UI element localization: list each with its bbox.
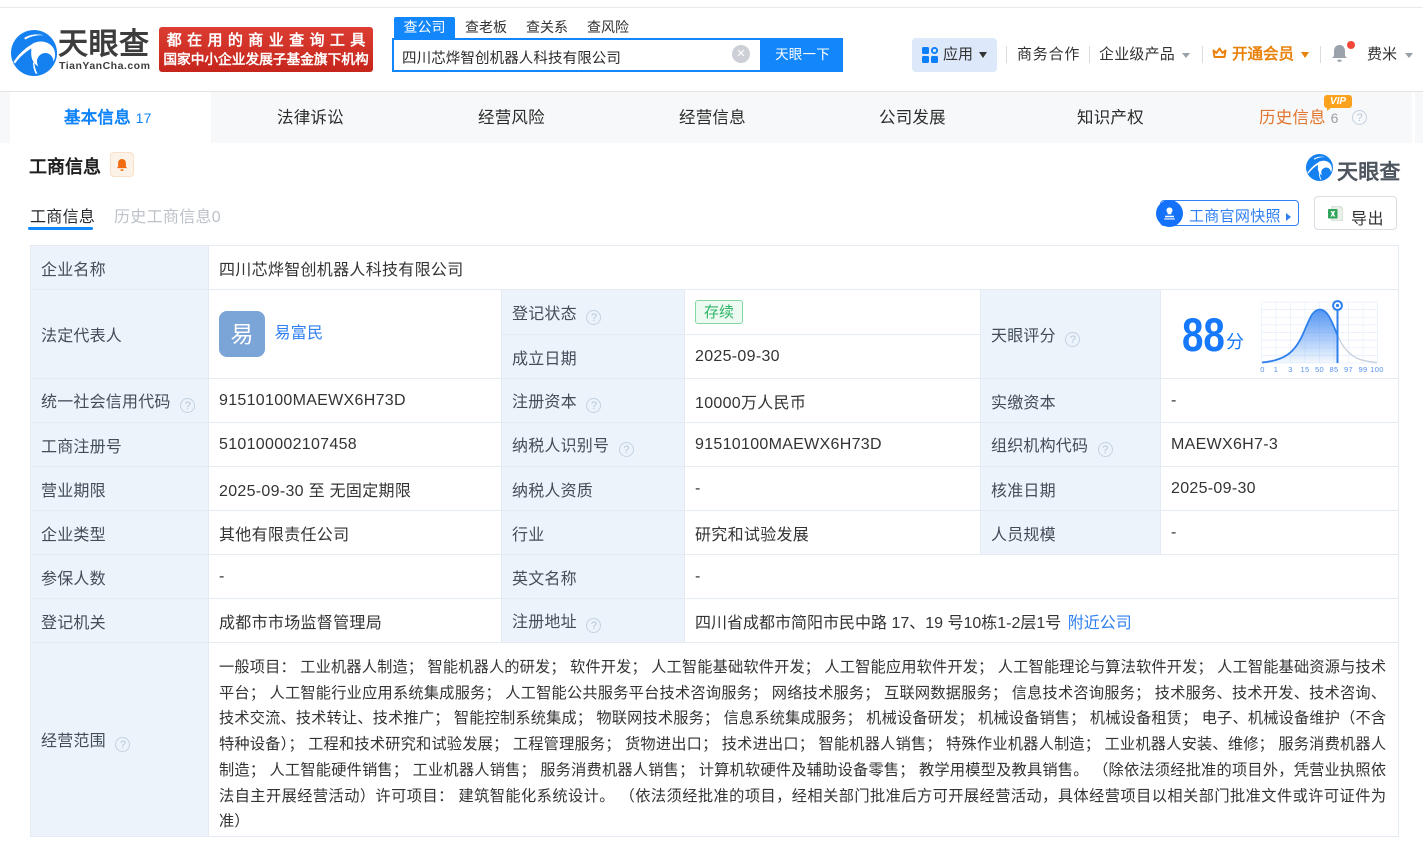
svg-text:3: 3 xyxy=(1288,365,1292,374)
svg-text:85: 85 xyxy=(1330,365,1339,374)
svg-text:100: 100 xyxy=(1370,365,1383,374)
svg-text:1: 1 xyxy=(1274,365,1278,374)
svg-text:0: 0 xyxy=(1260,365,1264,374)
svg-text:15: 15 xyxy=(1301,365,1310,374)
svg-text:50: 50 xyxy=(1315,365,1324,374)
svg-text:97: 97 xyxy=(1344,365,1353,374)
svg-text:99: 99 xyxy=(1359,365,1368,374)
